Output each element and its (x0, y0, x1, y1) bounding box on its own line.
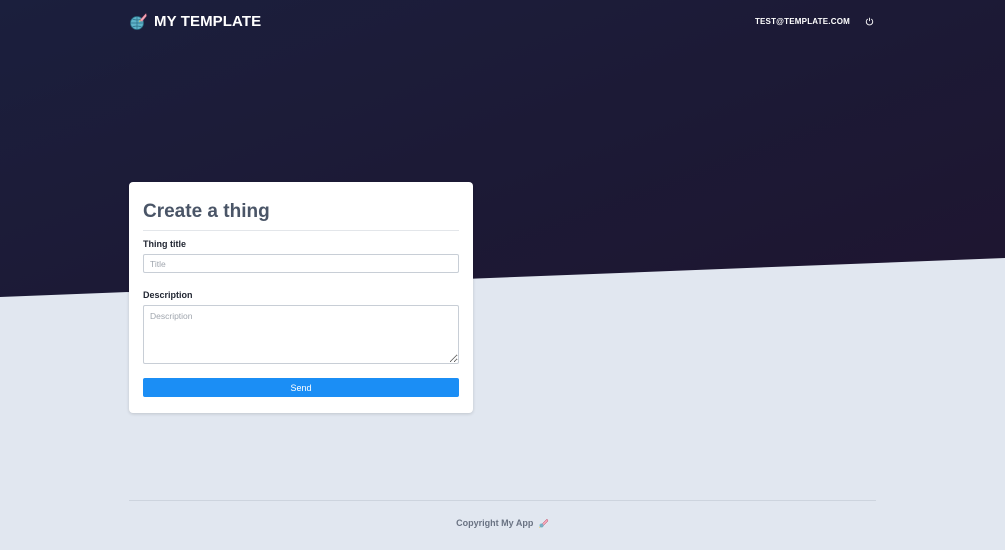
send-button[interactable]: Send (143, 378, 459, 397)
brand[interactable]: MY TEMPLATE (129, 12, 261, 31)
card-divider (143, 230, 459, 231)
power-icon[interactable] (862, 14, 876, 28)
description-textarea[interactable] (143, 305, 459, 364)
page-title: Create a thing (143, 201, 270, 222)
thing-title-input[interactable] (143, 254, 459, 273)
user-email[interactable]: TEST@TEMPLATE.COM (755, 17, 850, 26)
thing-title-label: Thing title (143, 239, 186, 249)
create-thing-card: Create a thing Thing title Description S… (129, 182, 473, 413)
page: MY TEMPLATE TEST@TEMPLATE.COM Create a t… (0, 0, 1005, 550)
top-navbar: MY TEMPLATE TEST@TEMPLATE.COM (129, 9, 876, 33)
footer-divider (129, 500, 876, 501)
brand-title: MY TEMPLATE (154, 12, 262, 30)
description-label: Description (143, 290, 193, 300)
globe-rocket-logo-icon (129, 12, 148, 31)
copyright-text: Copyright My App (456, 518, 534, 528)
rocket-logo-icon (538, 518, 549, 529)
header-actions: TEST@TEMPLATE.COM (755, 14, 876, 28)
footer: Copyright My App (0, 518, 1005, 529)
